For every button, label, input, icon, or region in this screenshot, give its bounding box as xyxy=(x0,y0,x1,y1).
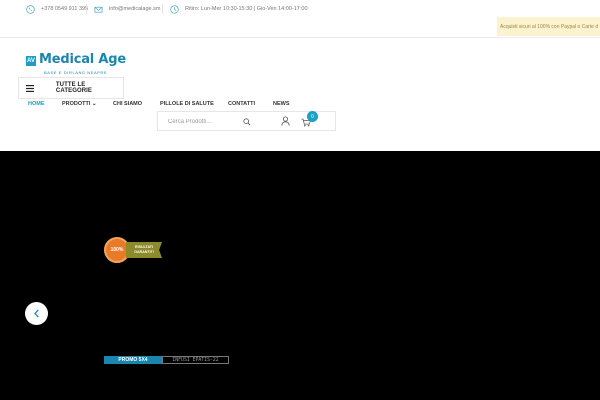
search-input[interactable] xyxy=(168,116,238,127)
email-address: info@medicalage.sm xyxy=(109,6,161,12)
nav-news[interactable]: NEWS xyxy=(273,101,290,107)
nav-pillole-di-salute[interactable]: PILLOLE DI SALUTE xyxy=(160,101,214,107)
divider xyxy=(162,4,163,14)
divider xyxy=(86,4,87,14)
logo-mark: AV xyxy=(26,56,36,66)
all-categories-button[interactable]: TUTTE LE CATEGORIE xyxy=(18,77,124,99)
opening-hours: Ritiro: Lun-Mer 10:30-15:30 | Gio-Ven 14… xyxy=(170,3,308,15)
nav-prodotti[interactable]: PRODOTTI ⌄ xyxy=(62,101,97,107)
search-bar: 0 xyxy=(157,111,336,131)
clock-icon xyxy=(170,4,179,14)
promo-code: INFUSI EPATIS-22 xyxy=(162,356,229,364)
nav-home[interactable]: HOME xyxy=(28,101,45,107)
hero-slider: 100% RISULTATI GARANTITI PROMO 5X4 INFUS… xyxy=(0,151,600,400)
hours-text: Ritiro: Lun-Mer 10:30-15:30 | Gio-Ven 14… xyxy=(185,6,308,12)
search-icon[interactable] xyxy=(240,115,254,128)
categories-label: TUTTE LE CATEGORIE xyxy=(55,82,93,94)
top-bar: +378 0549 911 395 info@medicalage.sm Rit… xyxy=(0,0,600,38)
secure-payment-banner: Acquisti sicuri al 100% con Paypal o Car… xyxy=(497,17,600,36)
page: +378 0549 911 395 info@medicalage.sm Rit… xyxy=(0,0,600,400)
nav-contatti[interactable]: CONTATTI xyxy=(228,101,255,107)
promo-label: PROMO 5X4 xyxy=(104,356,162,364)
chevron-left-icon xyxy=(34,309,39,318)
mail-icon xyxy=(94,5,103,14)
nav-chi-siamo[interactable]: CHI SIAMO xyxy=(113,101,142,107)
cart-count-badge: 0 xyxy=(307,111,318,122)
email-contact[interactable]: info@medicalage.sm xyxy=(94,3,160,15)
phone-contact[interactable]: +378 0549 911 395 xyxy=(26,3,88,15)
hamburger-icon xyxy=(19,78,41,98)
slider-prev-button[interactable] xyxy=(25,302,48,325)
phone-icon xyxy=(26,4,35,14)
logo-name: Medical Age xyxy=(39,52,126,67)
guarantee-ribbon: RISULTATI GARANTITI xyxy=(126,242,162,258)
logo-tagline: BASE E DIRLAND NEAPRE xyxy=(44,70,108,75)
user-icon[interactable] xyxy=(278,114,292,128)
phone-number: +378 0549 911 395 xyxy=(41,6,89,12)
